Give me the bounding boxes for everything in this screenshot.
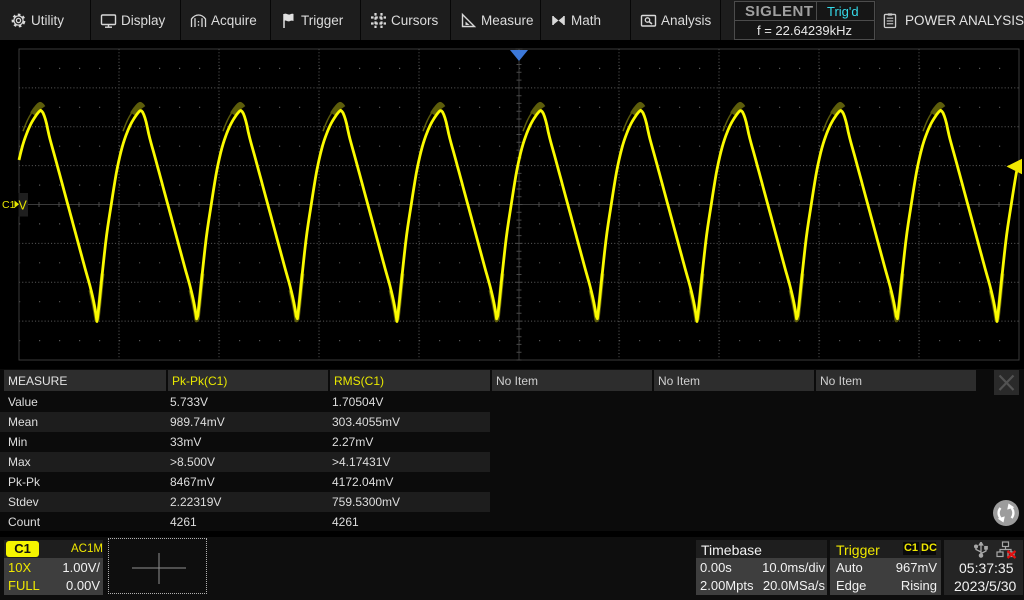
svg-text:V: V [19, 199, 28, 213]
svg-text:C1: C1 [2, 199, 16, 211]
